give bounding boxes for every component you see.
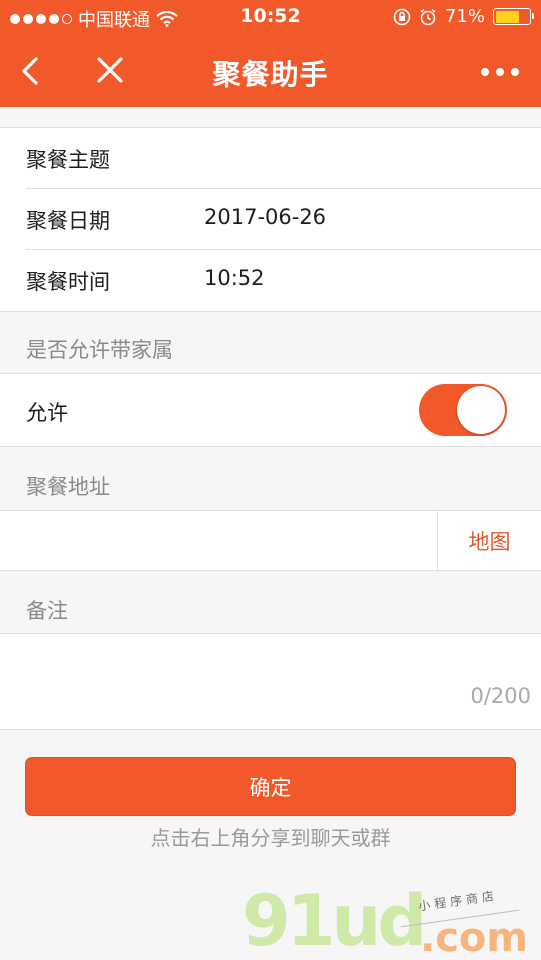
- share-hint: 点击右上角分享到聊天或群: [150, 826, 391, 850]
- address-section: 地图: [0, 510, 541, 571]
- app-header: 中国联通 10:52 71% 聚餐助手: [0, 0, 541, 107]
- watermark-domain: .com: [420, 915, 529, 960]
- note-textarea[interactable]: [26, 648, 516, 718]
- status-bar: 中国联通 10:52 71%: [0, 0, 541, 34]
- battery-icon: [493, 8, 534, 25]
- orientation-lock-icon: [393, 8, 411, 25]
- basic-info-section: 聚餐主题 聚餐日期 2017-06-26 聚餐时间 10:52: [0, 127, 541, 312]
- date-label: 聚餐日期: [26, 209, 110, 233]
- topic-row[interactable]: 聚餐主题: [26, 128, 541, 189]
- status-right: 71%: [393, 6, 534, 27]
- allow-family-switch[interactable]: [419, 384, 507, 436]
- allow-label: 允许: [26, 401, 68, 425]
- page-title: 聚餐助手: [212, 58, 329, 91]
- more-options-icon[interactable]: [481, 68, 519, 76]
- note-section: 0/200: [0, 633, 541, 730]
- alarm-icon: [420, 8, 436, 25]
- time-row[interactable]: 聚餐时间 10:52: [26, 250, 541, 311]
- map-button[interactable]: 地图: [437, 511, 541, 570]
- date-row[interactable]: 聚餐日期 2017-06-26: [26, 189, 541, 250]
- note-char-counter: 0/200: [470, 684, 531, 708]
- time-label: 聚餐时间: [26, 270, 110, 294]
- navigation-bar: 聚餐助手: [0, 34, 541, 107]
- address-group-title: 聚餐地址: [26, 475, 110, 499]
- battery-percent: 71%: [444, 6, 485, 27]
- watermark-sub: 小程序商店: [417, 888, 499, 914]
- topic-label: 聚餐主题: [26, 148, 110, 172]
- allow-family-section: 允许: [0, 373, 541, 447]
- time-picker[interactable]: 10:52: [204, 266, 265, 290]
- switch-knob: [457, 386, 505, 434]
- address-input[interactable]: [26, 527, 406, 555]
- watermark-main: 91ud: [242, 880, 427, 960]
- confirm-button[interactable]: 确定: [25, 757, 516, 816]
- watermark-logo: 91ud .com 小程序商店: [240, 880, 540, 960]
- note-group-title: 备注: [26, 599, 68, 623]
- date-picker[interactable]: 2017-06-26: [204, 205, 326, 229]
- family-group-title: 是否允许带家属: [26, 338, 173, 362]
